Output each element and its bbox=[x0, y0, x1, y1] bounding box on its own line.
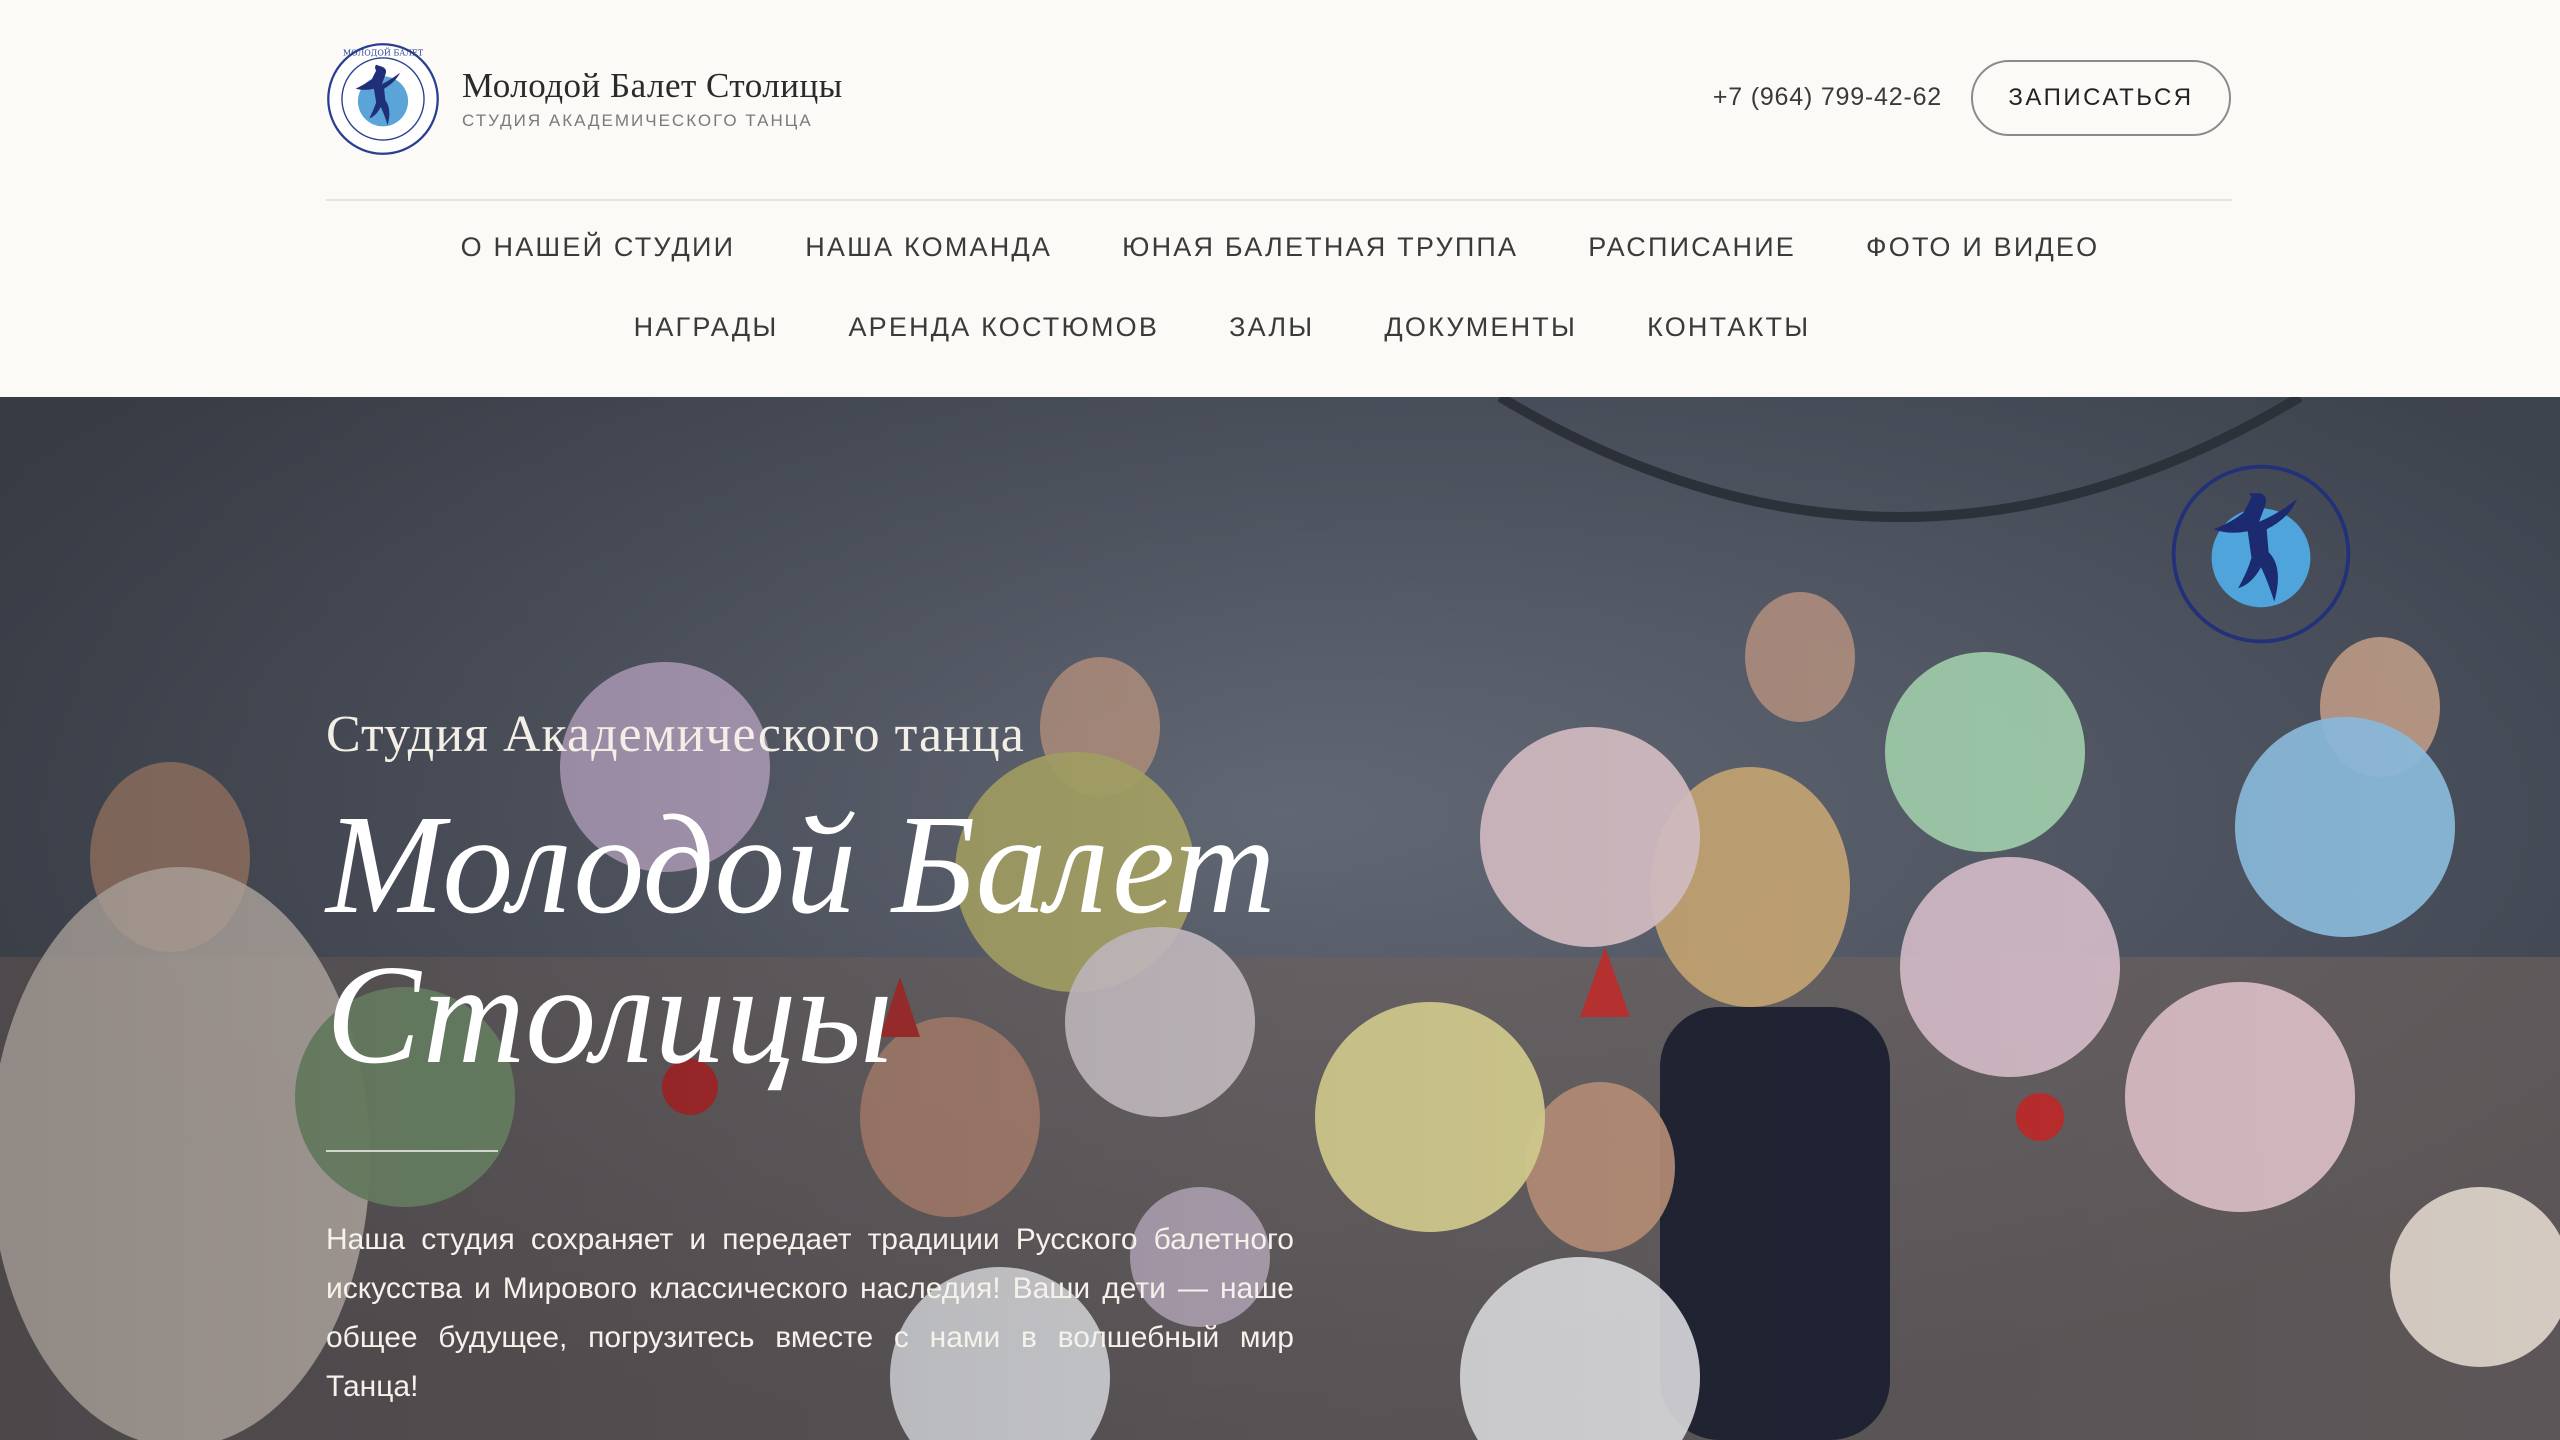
nav-item-about[interactable]: О НАШЕЙ СТУДИИ bbox=[461, 232, 736, 263]
header-divider bbox=[326, 199, 2232, 201]
brand-name: Молодой Балет Столицы bbox=[462, 65, 843, 105]
brand-subtitle: СТУДИЯ АКАДЕМИЧЕСКОГО ТАНЦА bbox=[462, 111, 813, 131]
hero-title-line-1: Молодой Балет bbox=[326, 785, 1276, 943]
ballerina-logo-icon: МОЛОДОЙ БАЛЕТ bbox=[327, 43, 439, 155]
nav-item-media[interactable]: ФОТО И ВИДЕО bbox=[1866, 232, 2099, 263]
hero-title-line-2: Столицы bbox=[326, 935, 893, 1093]
site-header: МОЛОДОЙ БАЛЕТ Молодой Балет Столицы СТУД… bbox=[0, 0, 2560, 397]
nav-item-troupe[interactable]: ЮНАЯ БАЛЕТНАЯ ТРУППА bbox=[1122, 232, 1518, 263]
nav-item-awards[interactable]: НАГРАДЫ bbox=[634, 312, 779, 343]
nav-row-2: НАГРАДЫ АРЕНДА КОСТЮМОВ ЗАЛЫ ДОКУМЕНТЫ К… bbox=[0, 312, 2502, 343]
hero-divider bbox=[326, 1150, 498, 1152]
hero-description: Наша студия сохраняет и передает традици… bbox=[326, 1223, 1294, 1403]
nav-row-1: О НАШЕЙ СТУДИИ НАША КОМАНДА ЮНАЯ БАЛЕТНА… bbox=[0, 232, 2560, 263]
hero-subtitle: Студия Академического танца bbox=[326, 706, 1025, 763]
nav-item-documents[interactable]: ДОКУМЕНТЫ bbox=[1384, 312, 1577, 343]
nav-item-costume-rental[interactable]: АРЕНДА КОСТЮМОВ bbox=[848, 312, 1159, 343]
nav-item-team[interactable]: НАША КОМАНДА bbox=[805, 232, 1052, 263]
nav-item-contacts[interactable]: КОНТАКТЫ bbox=[1647, 312, 1810, 343]
svg-text:МОЛОДОЙ БАЛЕТ: МОЛОДОЙ БАЛЕТ bbox=[343, 49, 424, 58]
brand[interactable]: МОЛОДОЙ БАЛЕТ Молодой Балет Столицы СТУД… bbox=[326, 42, 843, 156]
hero-title: Молодой Балет Столицы bbox=[326, 789, 1326, 1089]
hero-section: Студия Академического танца Молодой Бале… bbox=[0, 397, 2560, 1440]
nav-item-halls[interactable]: ЗАЛЫ bbox=[1229, 312, 1314, 343]
phone-link[interactable]: +7 (964) 799-42-62 bbox=[1713, 83, 1942, 112]
signup-button[interactable]: ЗАПИСАТЬСЯ bbox=[1971, 60, 2231, 136]
ballerina-emblem-icon bbox=[2171, 464, 2351, 644]
nav-item-schedule[interactable]: РАСПИСАНИЕ bbox=[1588, 232, 1796, 263]
